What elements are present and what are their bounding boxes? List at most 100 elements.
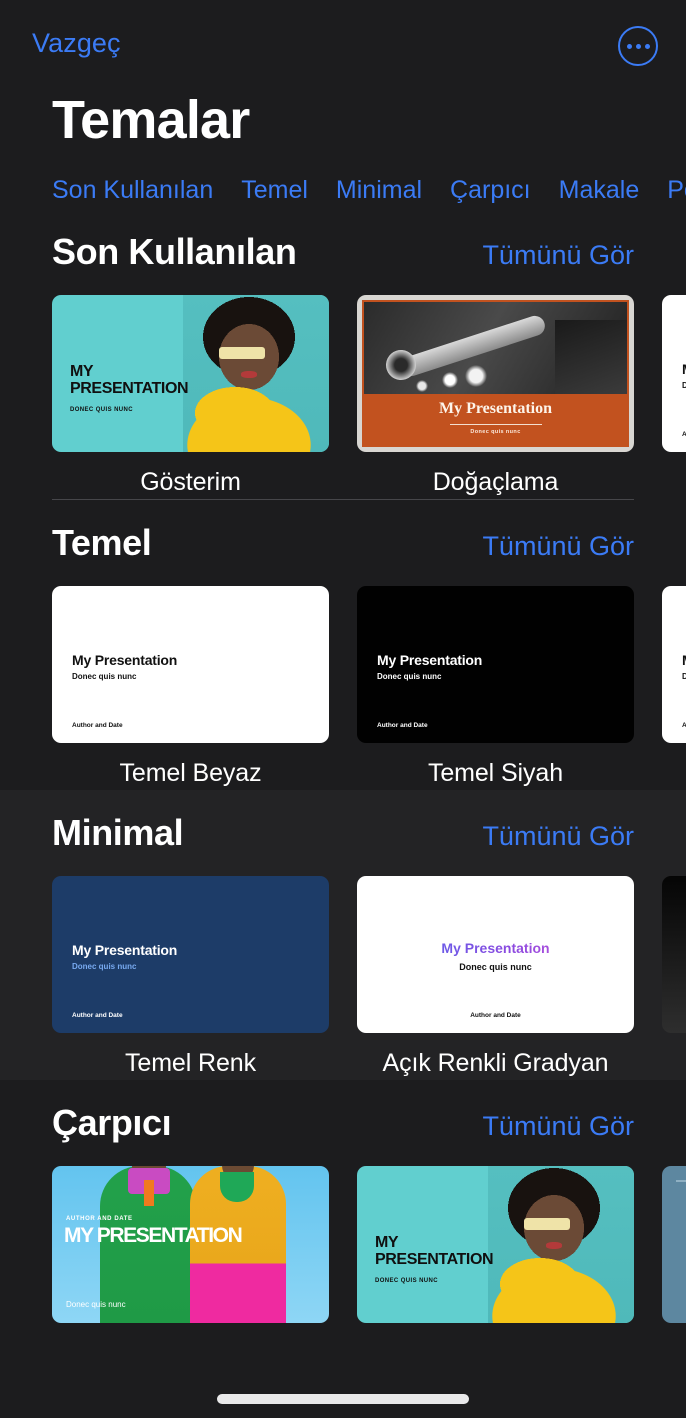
section-title: Temel	[52, 521, 152, 563]
suit-shape	[555, 319, 627, 394]
theme-thumbnail[interactable]: My Presentation Donec quis nunc Author a…	[662, 585, 686, 743]
slide-subtitle: DONEC QUIS NUNC	[375, 1277, 439, 1284]
slide-title-line1: MY	[375, 1233, 399, 1251]
slide-author: Author and Date	[72, 1011, 123, 1019]
theme-card-row[interactable]: MY PRESENTATION DONEC QUIS NUNC Gösterim	[0, 273, 686, 497]
theme-card-row[interactable]: My Presentation Donec quis nunc Author a…	[0, 564, 686, 788]
trumpet-photo	[364, 301, 627, 394]
slide-rule	[676, 1179, 686, 1182]
slide-title-line2: PRESENTATION	[375, 1251, 494, 1269]
theme-card[interactable]: My Presentation Donec quis nunc Author a…	[357, 585, 634, 788]
theme-card-partial[interactable]: My Presentation Donec quis nunc Author a…	[662, 585, 686, 788]
section-title: Minimal	[52, 811, 184, 853]
ellipsis-dot	[626, 43, 632, 49]
slide-subtitle: Donec quis nunc	[72, 961, 137, 971]
theme-card[interactable]: My Presentation Donec quis nunc Doğaçlam…	[357, 294, 634, 497]
slide-author: Author and Date	[682, 721, 686, 729]
slide-author: Author and Date	[72, 721, 123, 729]
theme-thumbnail[interactable]: MY PRESENTATION DONEC QUIS NUNC	[52, 294, 329, 452]
see-all-button[interactable]: Tümünü Gör	[482, 240, 634, 271]
theme-thumbnail[interactable]: My Presentation Donec quis nunc Author a…	[52, 875, 329, 1033]
slide-frame: My Presentation Donec quis nunc	[362, 299, 629, 447]
section-carpici: Çarpıcı Tümünü Gör AUTHOR AND DATE MY PR…	[0, 1079, 686, 1325]
theme-card-partial[interactable]: My Presentation Donec quis nunc Author a…	[662, 294, 686, 497]
theme-card[interactable]: My Presentation Donec quis nunc Author a…	[52, 585, 329, 788]
mouth-shape	[241, 370, 257, 378]
slide-subtitle: Donec quis nunc	[682, 380, 686, 390]
theme-card-label: Temel Siyah	[427, 758, 564, 787]
see-all-button[interactable]: Tümünü Gör	[482, 1111, 634, 1142]
theme-card-row[interactable]: AUTHOR AND DATE MY PRESENTATION Donec qu…	[0, 1144, 686, 1323]
tab-carpici[interactable]: Çarpıcı	[450, 173, 531, 209]
cancel-button[interactable]: Vazgeç	[32, 28, 121, 59]
slide-subtitle: Donec quis nunc	[66, 1299, 126, 1309]
sunglasses-shape	[524, 1217, 570, 1230]
see-all-button[interactable]: Tümünü Gör	[482, 531, 634, 562]
slide-title-line1: MY	[70, 362, 94, 380]
slide-caption-band: My Presentation Donec quis nunc	[364, 388, 627, 445]
slide-author: Author and Date	[682, 430, 686, 438]
section-title: Son Kullanılan	[52, 230, 297, 272]
theme-thumbnail[interactable]: MY PRESENTATION DONEC QUIS NUNC	[357, 1165, 634, 1323]
theme-card-label: Temel Renk	[125, 1048, 256, 1077]
theme-thumbnail[interactable]	[662, 1165, 686, 1323]
themes-picker-screen: Vazgeç Temalar Son Kullanılan Temel Mini…	[0, 0, 686, 1418]
section-son-kullanilan: Son Kullanılan Tümünü Gör MY PRESENTATIO…	[0, 208, 686, 499]
mouth-shape	[546, 1241, 562, 1249]
trumpet-bell-shape	[382, 345, 420, 384]
ellipsis-circle-icon[interactable]	[618, 26, 658, 66]
theme-card-label: Açık Renkli Gradyan	[382, 1048, 609, 1077]
slide-subtitle: Donec quis nunc	[459, 961, 532, 972]
category-tab-strip[interactable]: Son Kullanılan Temel Minimal Çarpıcı Mak…	[0, 149, 686, 209]
theme-card[interactable]: MY PRESENTATION DONEC QUIS NUNC	[357, 1165, 634, 1323]
slide-author: Author and Date	[377, 721, 428, 729]
theme-card-row[interactable]: My Presentation Donec quis nunc Author a…	[0, 854, 686, 1078]
sunglasses-shape	[219, 346, 265, 359]
theme-card[interactable]: My Presentation Donec quis nunc Author a…	[357, 875, 634, 1078]
tab-son-kullanilan[interactable]: Son Kullanılan	[52, 173, 213, 209]
slide-subtitle: Donec quis nunc	[470, 428, 521, 435]
caption-rule	[449, 423, 542, 425]
slide-subtitle: Donec quis nunc	[377, 671, 442, 681]
section-header: Minimal Tümünü Gör	[0, 790, 686, 854]
section-header: Temel Tümünü Gör	[0, 500, 686, 564]
theme-thumbnail[interactable]: AUTHOR AND DATE MY PRESENTATION Donec qu…	[52, 1165, 329, 1323]
section-header: Son Kullanılan Tümünü Gör	[0, 209, 686, 273]
ellipsis-dot	[644, 43, 650, 49]
theme-thumbnail[interactable]: My Presentation Donec quis nunc	[357, 294, 634, 452]
theme-card-partial[interactable]	[662, 875, 686, 1078]
tab-temel[interactable]: Temel	[241, 173, 308, 209]
man-tie-shape	[144, 1179, 154, 1206]
slide-subtitle: DONEC QUIS NUNC	[70, 406, 134, 413]
section-temel: Temel Tümünü Gör My Presentation Donec q…	[0, 498, 686, 790]
theme-card-label: Doğaçlama	[432, 467, 559, 496]
theme-thumbnail[interactable]: My Presentation Donec quis nunc Author a…	[52, 585, 329, 743]
tab-makale[interactable]: Makale	[559, 173, 640, 209]
see-all-button[interactable]: Tümünü Gör	[482, 821, 634, 852]
slide-title: My Presentation	[377, 651, 483, 668]
home-indicator[interactable]	[217, 1394, 469, 1404]
slide-author: Author and Date	[470, 1011, 521, 1019]
slide-author: AUTHOR AND DATE	[66, 1215, 133, 1222]
theme-thumbnail[interactable]: My Presentation Donec quis nunc Author a…	[357, 875, 634, 1033]
woman-top-shape	[220, 1171, 254, 1202]
trumpet-horn-shape	[398, 313, 548, 379]
slide-title: MY PRESENTATION	[70, 362, 189, 398]
theme-card[interactable]: AUTHOR AND DATE MY PRESENTATION Donec qu…	[52, 1165, 329, 1323]
slide-subtitle: Donec quis nunc	[682, 671, 686, 681]
theme-thumbnail[interactable]	[662, 875, 686, 1033]
tab-portfolyo[interactable]: Po	[667, 173, 686, 209]
theme-card-partial[interactable]	[662, 1165, 686, 1323]
ellipsis-dot	[635, 43, 641, 49]
section-header: Çarpıcı Tümünü Gör	[0, 1080, 686, 1144]
theme-card[interactable]: My Presentation Donec quis nunc Author a…	[52, 875, 329, 1078]
theme-card-label: Temel Beyaz	[119, 758, 262, 787]
tab-minimal[interactable]: Minimal	[336, 173, 422, 209]
theme-card[interactable]: MY PRESENTATION DONEC QUIS NUNC Gösterim	[52, 294, 329, 497]
theme-thumbnail[interactable]: My Presentation Donec quis nunc Author a…	[357, 585, 634, 743]
theme-card-label: Gösterim	[140, 467, 241, 496]
slide-subtitle: Donec quis nunc	[72, 671, 137, 681]
slide-title: MY PRESENTATION	[64, 1223, 243, 1247]
slide-title: My Presentation	[682, 361, 686, 377]
theme-thumbnail[interactable]: My Presentation Donec quis nunc Author a…	[662, 294, 686, 452]
